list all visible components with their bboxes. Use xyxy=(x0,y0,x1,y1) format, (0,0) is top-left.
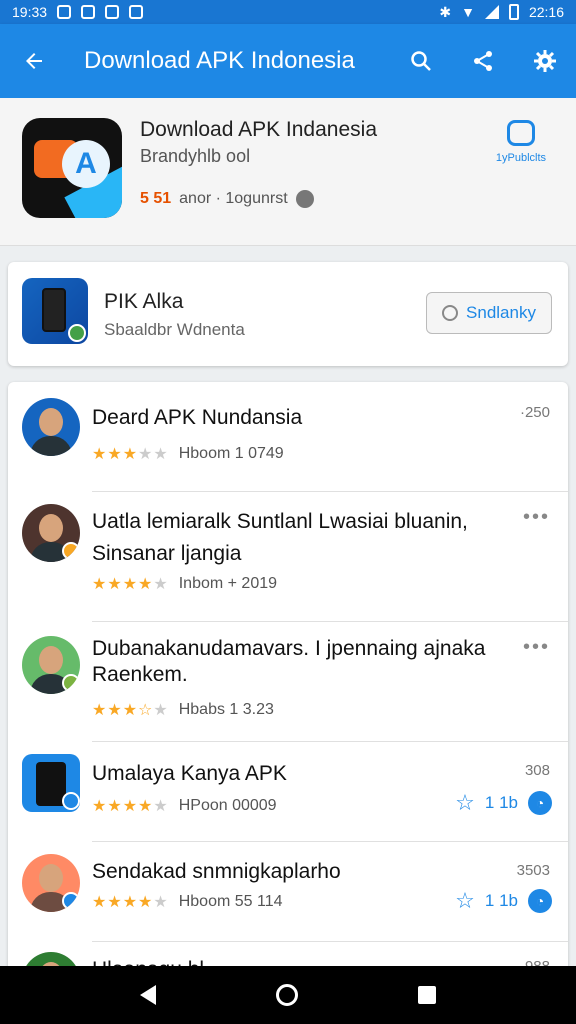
rating-stars: ★★★★★ xyxy=(92,894,169,911)
wifi-icon: ▼ xyxy=(461,4,475,20)
badge-icon xyxy=(62,892,80,910)
avatar xyxy=(22,854,80,912)
chat-label: 1yPublclts xyxy=(495,152,547,164)
battery-icon xyxy=(508,4,519,20)
status-time-left: 19:33 xyxy=(12,4,48,20)
list-item-meta: ★★★★★ HPoon 00009 xyxy=(92,796,277,816)
more-options-icon[interactable]: ••• xyxy=(523,636,550,659)
follow-button[interactable]: Sndlanky xyxy=(426,292,552,334)
favorite-star-icon[interactable]: ☆ xyxy=(455,888,475,914)
status-bar: 19:33 ✱ ▼ 22:16 xyxy=(0,0,576,24)
app-logo: A xyxy=(22,118,122,218)
nav-back-icon[interactable] xyxy=(140,985,156,1005)
list-item-date: Inbom + 2019 xyxy=(178,575,278,592)
list-item-title: Umalaya Kanya APK xyxy=(92,762,287,785)
nav-recents-icon[interactable] xyxy=(418,986,436,1004)
verified-check-icon xyxy=(68,324,86,342)
list-item-title: Dubanakanudamavars. I jpennaing ajnaka R… xyxy=(92,637,486,686)
person-icon xyxy=(442,305,459,321)
list-item-count: 308 xyxy=(524,762,550,779)
list-item-date: Hboom 1 0749 xyxy=(178,445,284,462)
list-item-meta: ★★★★★ Inbom + 2019 xyxy=(92,574,277,594)
favorite-star-icon[interactable]: ☆ xyxy=(455,790,475,816)
badge-icon xyxy=(62,792,80,810)
shield-notification-icon xyxy=(129,5,144,19)
avatar xyxy=(22,636,80,694)
avatar xyxy=(22,398,80,456)
list-item[interactable]: Deard APK Nundansia ★★★★★ Hboom 1 0749 ·… xyxy=(8,382,568,492)
header-subtitle: Brandyhlb ool xyxy=(140,146,251,166)
navigation-bar xyxy=(0,966,576,1024)
list-item[interactable]: Dubanakanudamavars. I jpennaing ajnaka R… xyxy=(8,622,568,742)
featured-app-title: PIK Alka xyxy=(104,290,184,313)
rating-stars: ★★★☆★ xyxy=(92,702,169,719)
list-item[interactable]: Sendakad snmnigkaplarho ★★★★★ Hboom 55 1… xyxy=(8,842,568,942)
clock-icon[interactable]: ◔ xyxy=(528,791,552,815)
search-button[interactable] xyxy=(390,24,452,98)
search-icon xyxy=(411,51,431,71)
badge-icon xyxy=(62,542,80,560)
list-item-date: HPoon 00009 xyxy=(178,797,277,814)
app-bar-title: Download APK Indonesia xyxy=(84,47,355,74)
favorite-count: 1 1b xyxy=(484,793,518,812)
back-arrow-icon xyxy=(26,53,42,69)
share-icon xyxy=(474,51,492,71)
header-meta-prefix: 5 51 xyxy=(140,190,172,207)
settings-button[interactable] xyxy=(514,24,576,98)
list-item-title: Deard APK Nundansia xyxy=(92,406,303,429)
list-item-meta: ★★★★★ Hboom 55 114 xyxy=(92,892,283,912)
list-item-actions: ☆ 1 1b ◔ xyxy=(455,790,552,816)
more-options-icon[interactable]: ••• xyxy=(523,506,550,529)
chat-button[interactable]: 1yPublclts xyxy=(490,120,552,164)
list-item-count: 3503 xyxy=(516,862,550,879)
app-notification-icon xyxy=(81,5,96,19)
list-item-date: Hbabs 1 3.23 xyxy=(178,701,274,718)
featured-app-subtitle: Sbaaldbr Wdnenta xyxy=(104,320,245,339)
list-item[interactable]: Umalaya Kanya APK ★★★★★ HPoon 00009 308 … xyxy=(8,742,568,842)
header-meta-text: anor · 1ogunrst xyxy=(179,190,288,207)
list-item-count: ·250 xyxy=(519,404,550,421)
list-item-title: Sendakad snmnigkaplarho xyxy=(92,860,341,883)
share-button[interactable] xyxy=(452,24,514,98)
image-notification-icon xyxy=(57,5,72,19)
chat-bubble-icon xyxy=(507,120,535,146)
back-button[interactable] xyxy=(0,24,68,98)
list-item-meta: ★★★☆★ Hbabs 1 3.23 xyxy=(92,700,274,720)
phone-icon xyxy=(42,288,66,332)
clock-icon[interactable]: ◔ xyxy=(528,889,552,913)
rating-stars: ★★★★★ xyxy=(92,446,169,463)
featured-app-card[interactable]: PIK Alka Sbaaldbr Wdnenta Sndlanky xyxy=(8,262,568,366)
settings-gear-icon xyxy=(534,50,556,72)
follow-button-label: Sndlanky xyxy=(466,303,536,322)
list-item-actions: ☆ 1 1b ◔ xyxy=(455,888,552,914)
header-title: Download APK Indanesia xyxy=(140,118,377,141)
favorite-count: 1 1b xyxy=(484,891,518,910)
list-item-meta: ★★★★★ Hboom 1 0749 xyxy=(92,444,284,464)
rating-stars: ★★★★★ xyxy=(92,798,169,815)
list-item[interactable]: Uatla lemiaralk Suntlanl Lwasiai bluanin… xyxy=(8,492,568,622)
status-time-right: 22:16 xyxy=(528,4,564,20)
rating-stars: ★★★★★ xyxy=(92,576,169,593)
app-thumbnail xyxy=(22,754,80,812)
app-list: Deard APK Nundansia ★★★★★ Hboom 1 0749 ·… xyxy=(8,382,568,982)
list-item-date: Hboom 55 114 xyxy=(178,893,283,910)
app-header: A Download APK Indanesia Brandyhlb ool 5… xyxy=(0,98,576,246)
music-notification-icon xyxy=(105,5,120,19)
list-item-title: Uatla lemiaralk Suntlanl Lwasiai bluanin… xyxy=(92,510,468,565)
featured-app-icon xyxy=(22,278,88,344)
nav-home-icon[interactable] xyxy=(276,984,298,1006)
signal-icon xyxy=(484,5,499,19)
globe-icon xyxy=(295,190,314,208)
avatar xyxy=(22,504,80,562)
app-bar: Download APK Indonesia xyxy=(0,24,576,98)
bluetooth-icon: ✱ xyxy=(439,3,452,20)
header-meta: 5 51 anor · 1ogunrst xyxy=(140,190,314,208)
badge-icon xyxy=(62,674,80,692)
